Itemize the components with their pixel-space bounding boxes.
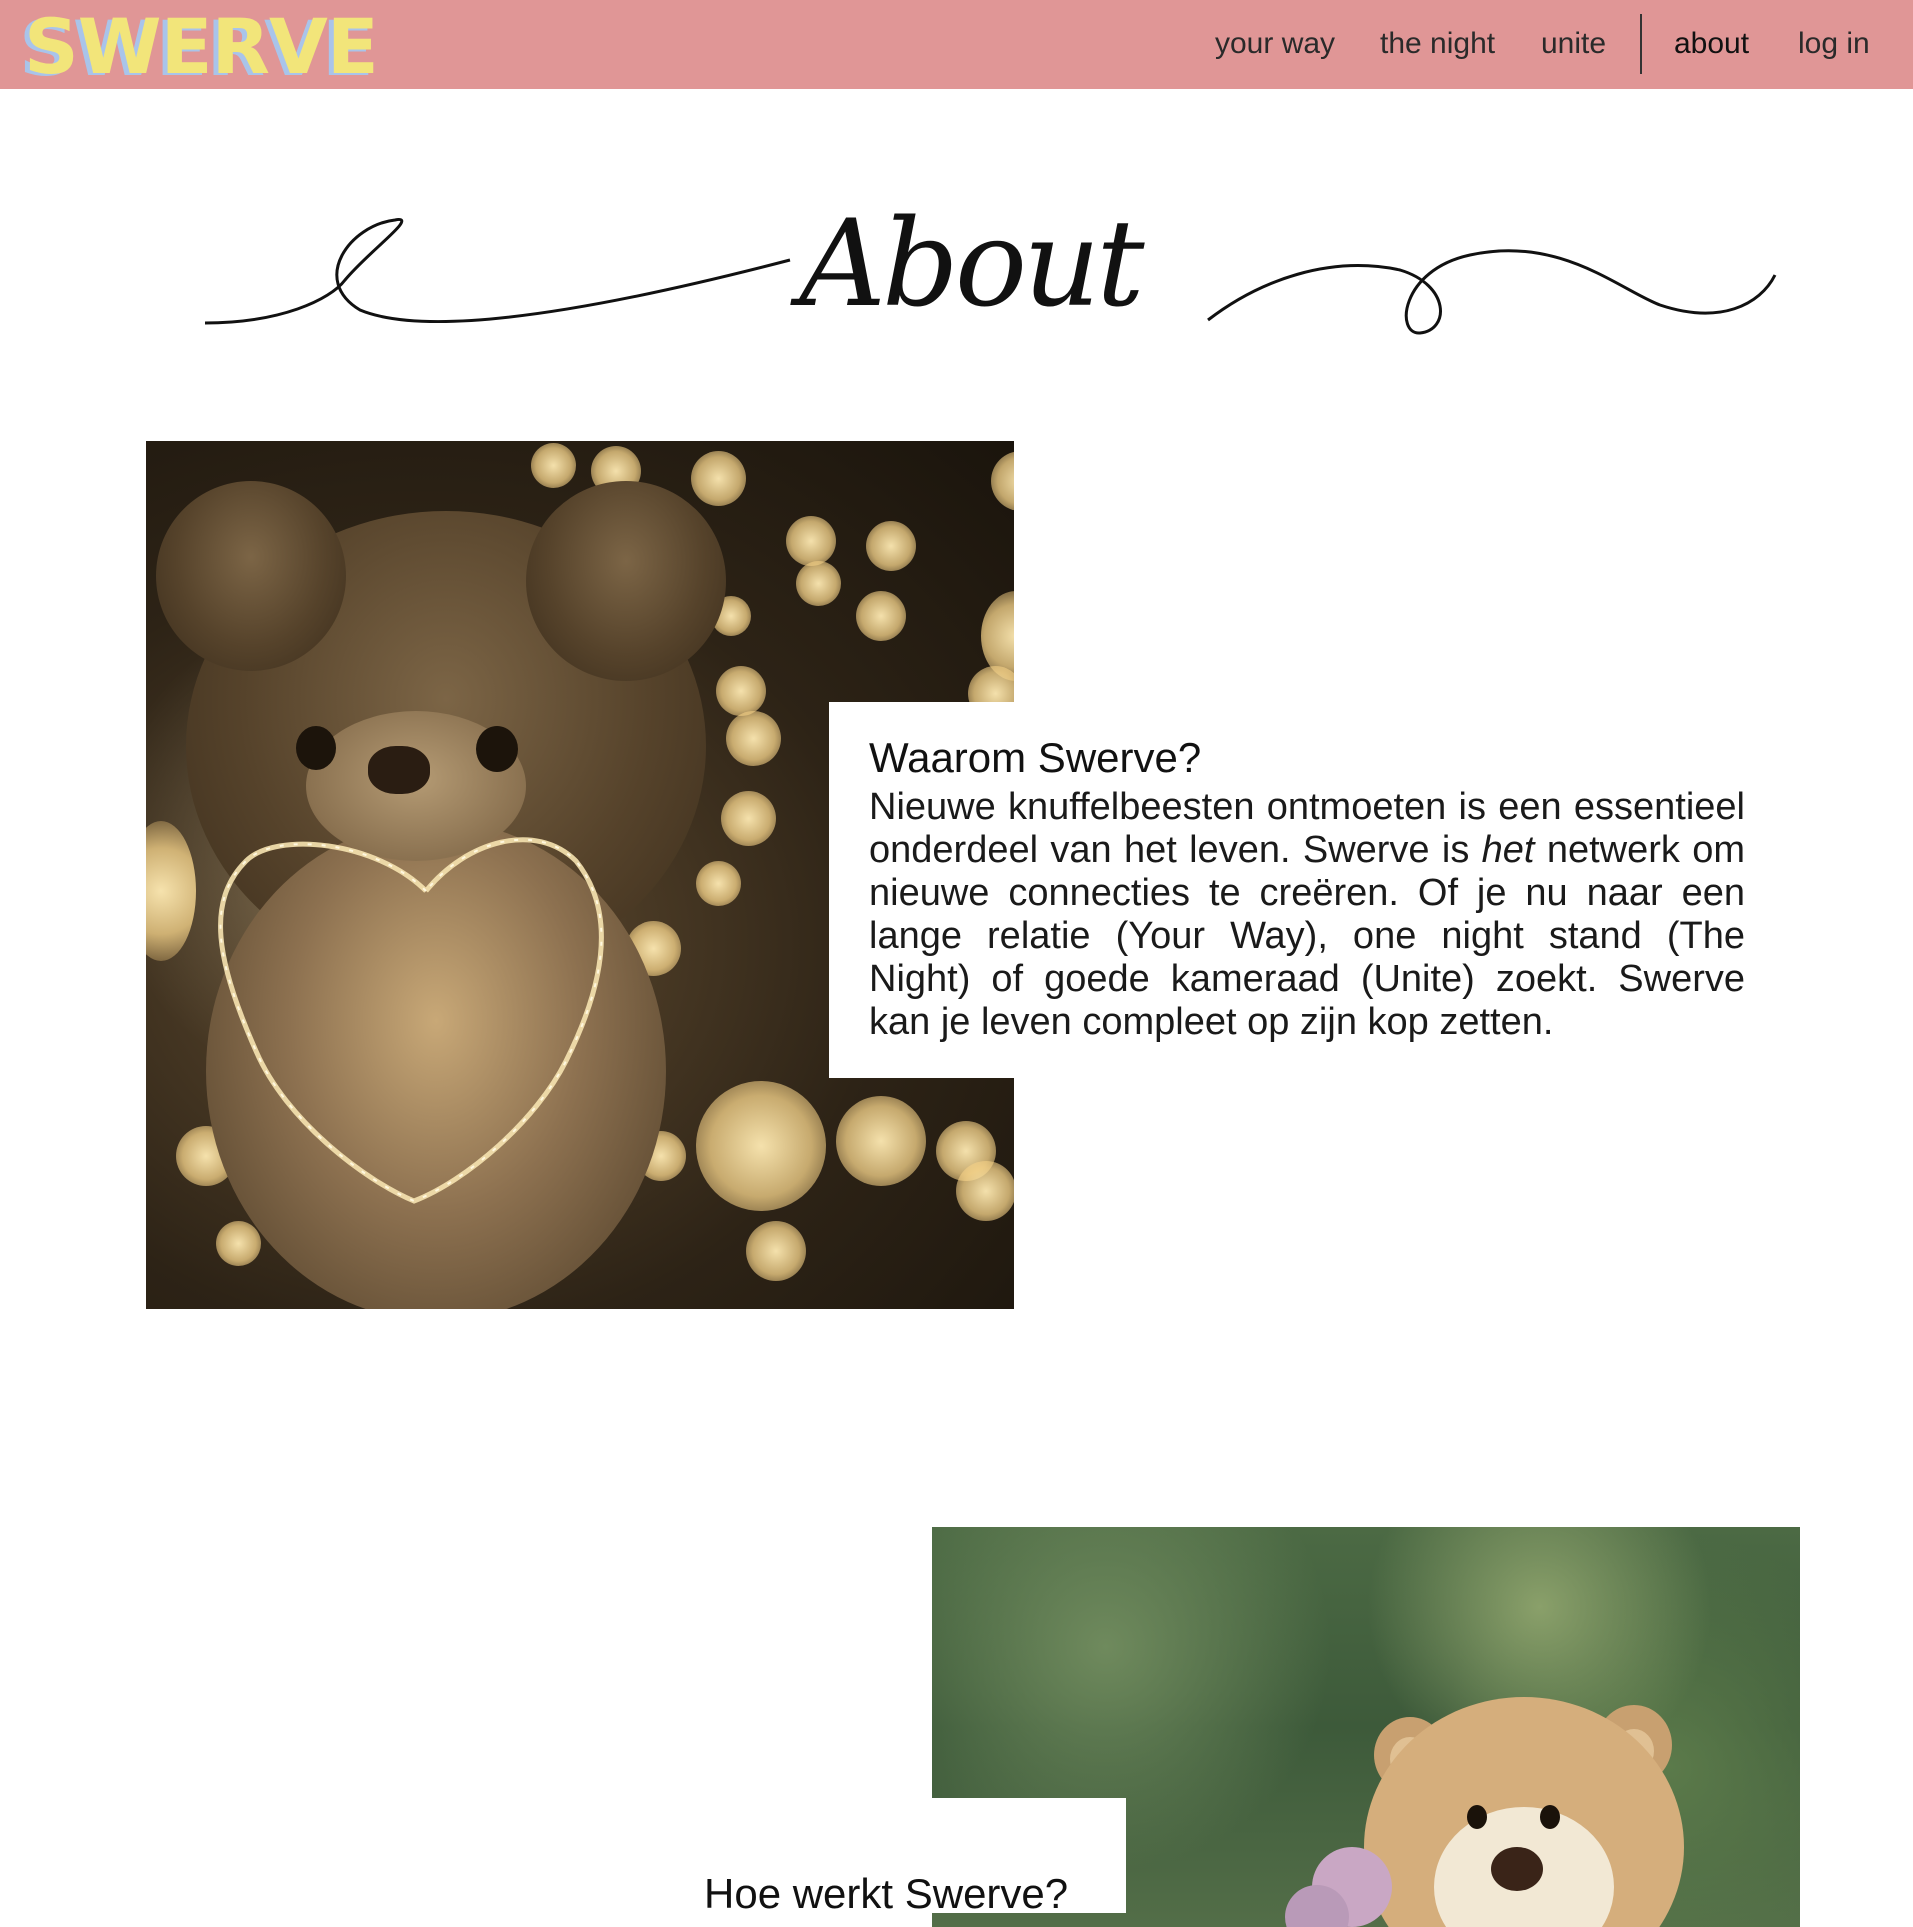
why-swerve-heading: Waarom Swerve?: [869, 734, 1202, 781]
how-swerve-heading: Hoe werkt Swerve?: [704, 1870, 1069, 1917]
why-swerve-body-emphasis: het: [1481, 829, 1535, 871]
why-swerve-card: Waarom Swerve? Nieuwe knuffelbeesten ont…: [829, 702, 1769, 1078]
why-swerve-body: Nieuwe knuffelbeesten ontmoeten is een e…: [869, 786, 1745, 1044]
page-title: About: [799, 195, 1144, 334]
